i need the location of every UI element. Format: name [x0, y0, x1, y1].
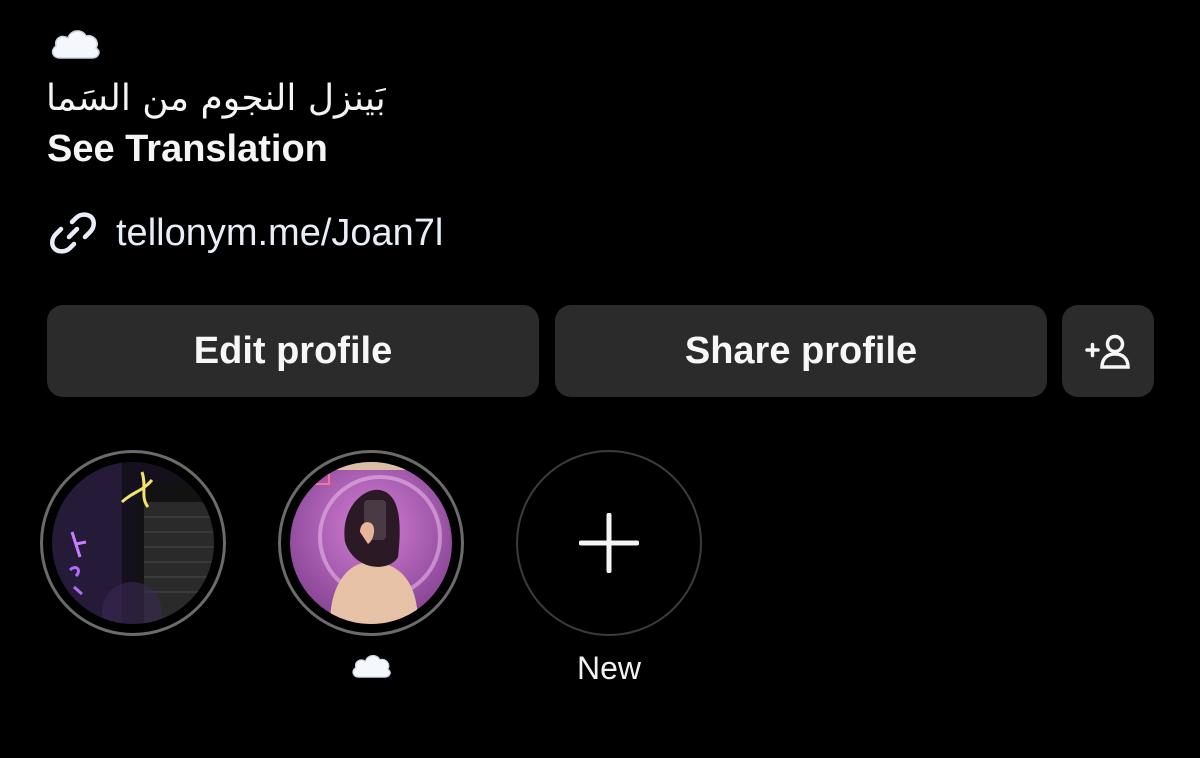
plus-icon — [579, 513, 639, 573]
highlight-cover-image — [52, 462, 214, 624]
cloud-emoji-icon — [51, 30, 100, 59]
add-person-icon — [1085, 334, 1130, 369]
profile-link[interactable]: tellonym.me/Joan7l — [48, 208, 443, 258]
edit-profile-button[interactable]: Edit profile — [47, 305, 539, 397]
link-icon — [50, 212, 96, 254]
highlight-label — [278, 650, 464, 682]
new-highlight-button[interactable] — [516, 450, 702, 636]
share-profile-button[interactable]: Share profile — [555, 305, 1047, 397]
bio-text: بَينزل النجوم من السَما — [46, 78, 386, 119]
profile-link-text[interactable]: tellonym.me/Joan7l — [116, 212, 443, 255]
discover-people-button[interactable] — [1062, 305, 1154, 397]
cloud-emoji-icon — [352, 655, 391, 678]
highlight-item[interactable] — [278, 450, 464, 636]
highlight-cover-image — [290, 462, 452, 624]
see-translation-link[interactable]: See Translation — [47, 128, 328, 171]
highlight-item[interactable] — [40, 450, 226, 636]
new-highlight-label[interactable]: New — [516, 650, 702, 687]
